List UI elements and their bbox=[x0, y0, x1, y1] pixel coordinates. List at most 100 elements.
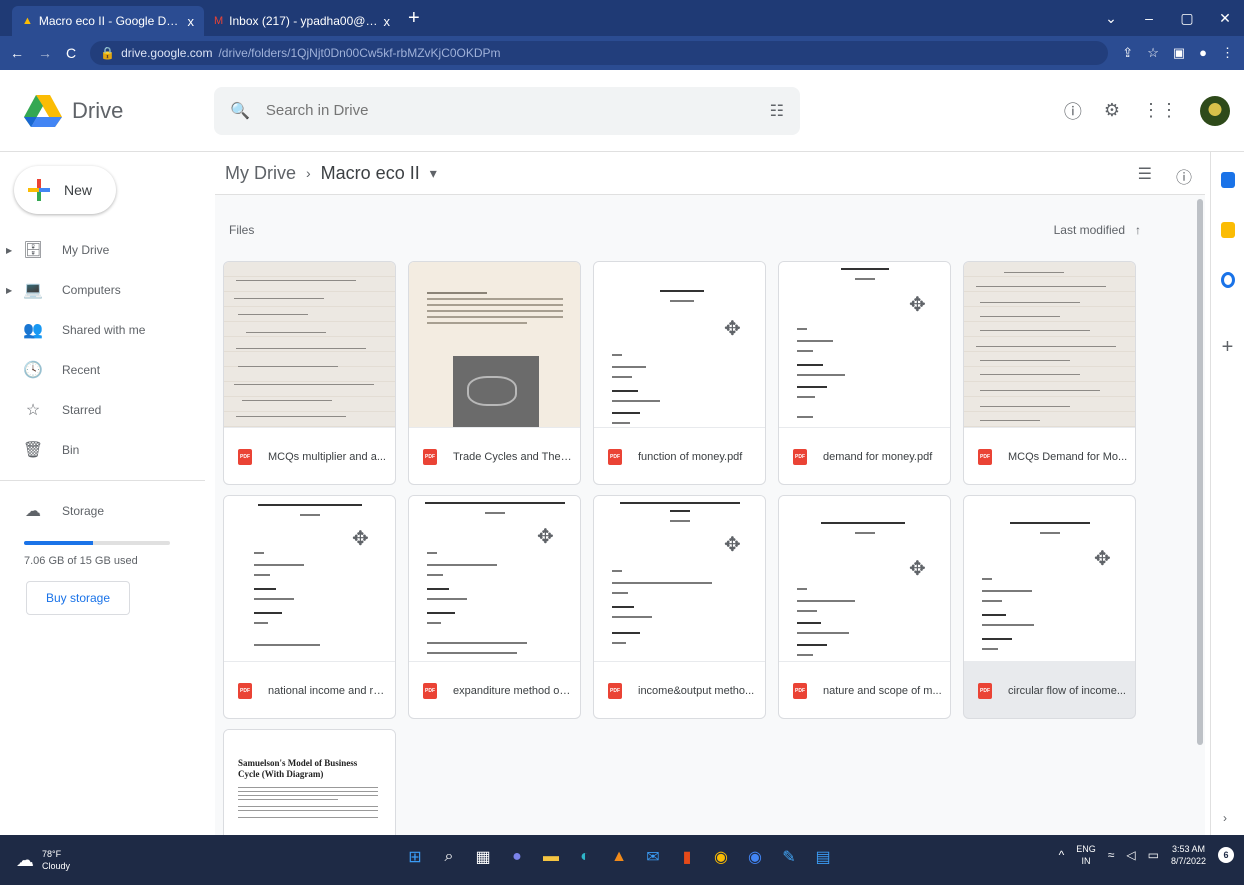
wifi-icon[interactable]: ≈ bbox=[1108, 849, 1115, 861]
folder-menu-caret-icon[interactable]: ▾ bbox=[430, 165, 437, 182]
file-caption: PDF MCQs Demand for Mo... bbox=[964, 428, 1135, 484]
article-title: Samuelson's Model of Business Cycle (Wit… bbox=[238, 758, 358, 779]
search-input[interactable] bbox=[265, 102, 754, 119]
calendar-icon[interactable] bbox=[1220, 172, 1235, 188]
file-card[interactable]: PDF Trade Cycles and Theo... bbox=[408, 261, 581, 485]
browser-tab-gmail[interactable]: M Inbox (217) - ypadha00@gmail. x bbox=[204, 6, 400, 36]
sidebar-item-my-drive[interactable]: ▶ 🗄 My Drive bbox=[0, 230, 205, 270]
breadcrumb: My Drive › Macro eco II ▾ bbox=[205, 152, 1210, 194]
minimize-icon[interactable]: – bbox=[1130, 10, 1168, 26]
drive-header: Drive 🔍 ☷ ⓘ ⚙ ⋮⋮ bbox=[0, 70, 1244, 152]
file-card[interactable]: ✥ PDF function of money.pdf bbox=[593, 261, 766, 485]
sidebar-item-recent[interactable]: 🕓 Recent bbox=[0, 350, 205, 390]
file-name: income&output metho... bbox=[638, 684, 755, 697]
profile-icon[interactable]: ● bbox=[1199, 45, 1207, 61]
add-addon-icon[interactable]: + bbox=[1211, 336, 1244, 359]
pdf-icon: PDF bbox=[238, 682, 252, 699]
expand-caret-icon[interactable]: ▶ bbox=[6, 286, 20, 295]
file-card[interactable]: ✥ PDF demand for money.pdf bbox=[778, 261, 951, 485]
clock-date: 8/7/2022 bbox=[1170, 856, 1206, 866]
breadcrumb-separator-icon: › bbox=[306, 165, 311, 181]
sort-arrow-icon[interactable]: ↑ bbox=[1135, 223, 1141, 237]
tab-close-icon[interactable]: x bbox=[384, 14, 391, 29]
edge-icon[interactable]: ◐ bbox=[574, 845, 596, 869]
file-thumbnail: ✥ bbox=[594, 496, 765, 662]
sidebar-item-bin[interactable]: 🗑 Bin bbox=[0, 430, 205, 470]
extension-icon[interactable]: ▣ bbox=[1173, 45, 1185, 61]
chrome-profile-icon[interactable]: ◉ bbox=[744, 845, 766, 869]
battery-icon[interactable]: ▭ bbox=[1148, 849, 1159, 861]
clock[interactable]: 3:53 AM 8/7/2022 bbox=[1171, 843, 1206, 867]
search-icon[interactable]: 🔍 bbox=[230, 101, 250, 121]
file-card[interactable]: PDF MCQs multiplier and a... bbox=[223, 261, 396, 485]
breadcrumb-my-drive[interactable]: My Drive bbox=[225, 163, 296, 184]
bookmark-star-icon[interactable]: ☆ bbox=[1147, 45, 1159, 61]
buy-storage-button[interactable]: Buy storage bbox=[26, 581, 130, 615]
breadcrumb-current-folder[interactable]: Macro eco II bbox=[321, 163, 420, 184]
apps-grid-icon[interactable]: ⋮⋮ bbox=[1142, 100, 1178, 121]
close-window-icon[interactable]: ✕ bbox=[1206, 10, 1244, 27]
details-info-icon[interactable]: ⓘ bbox=[1176, 164, 1192, 188]
sidebar-item-computers[interactable]: ▶ 💻 Computers bbox=[0, 270, 205, 310]
sidebar-item-storage[interactable]: ☁ Storage bbox=[0, 491, 205, 531]
view-controls: ☰ ⓘ bbox=[1138, 164, 1192, 188]
help-icon[interactable]: ⓘ bbox=[1064, 98, 1082, 124]
maximize-icon[interactable]: ▢ bbox=[1168, 10, 1206, 27]
share-icon[interactable]: ⇪ bbox=[1122, 45, 1133, 61]
file-card[interactable]: PDF MCQs Demand for Mo... bbox=[963, 261, 1136, 485]
tasks-icon[interactable] bbox=[1220, 272, 1235, 288]
back-icon[interactable]: ← bbox=[10, 45, 24, 61]
file-card[interactable]: ✥ PDF national income and re... bbox=[223, 495, 396, 719]
list-view-icon[interactable]: ☰ bbox=[1138, 164, 1152, 188]
file-card[interactable]: ✥ PDF expanditure method of ... bbox=[408, 495, 581, 719]
sort-control[interactable]: Last modified ↑ bbox=[1054, 223, 1141, 237]
settings-icon[interactable]: ⚙ bbox=[1104, 100, 1120, 121]
paint-icon[interactable]: ✎ bbox=[778, 845, 800, 869]
chrome-icon[interactable]: ◉ bbox=[710, 845, 732, 869]
tab-close-icon[interactable]: x bbox=[188, 14, 195, 29]
new-tab-button[interactable]: + bbox=[408, 7, 420, 30]
file-card[interactable]: Samuelson's Model of Business Cycle (Wit… bbox=[223, 729, 396, 849]
new-button[interactable]: New bbox=[14, 166, 116, 214]
file-thumbnail: ✥ bbox=[964, 496, 1135, 662]
account-avatar[interactable] bbox=[1200, 95, 1230, 126]
input-language[interactable]: ENG IN bbox=[1076, 843, 1096, 867]
weather-widget[interactable]: ☁ 78°F Cloudy bbox=[16, 848, 70, 872]
shared-icon: 👥 bbox=[23, 322, 43, 339]
sidebar-item-shared-with-me[interactable]: 👥 Shared with me bbox=[0, 310, 205, 350]
address-bar[interactable]: 🔒 drive.google.com/drive/folders/1QjNjt0… bbox=[90, 41, 1109, 65]
reload-icon[interactable]: C bbox=[66, 45, 76, 61]
system-tray: ^ ENG IN ≈ ◁ ▭ 3:53 AM 8/7/2022 6 bbox=[1059, 843, 1234, 867]
expand-panel-icon[interactable]: › bbox=[1223, 811, 1227, 825]
windows-start-icon[interactable]: ⊞ bbox=[404, 845, 426, 869]
office-icon[interactable]: ▮ bbox=[676, 845, 698, 869]
volume-icon[interactable]: ◁ bbox=[1126, 849, 1135, 861]
file-card[interactable]: ✥ PDF nature and scope of m... bbox=[778, 495, 951, 719]
search-box[interactable]: 🔍 ☷ bbox=[214, 86, 800, 135]
notification-badge[interactable]: 6 bbox=[1218, 847, 1234, 863]
file-card-selected[interactable]: ✥ PDF circular flow of income... bbox=[963, 495, 1136, 719]
pdf-icon: PDF bbox=[978, 682, 992, 699]
forward-icon[interactable]: → bbox=[38, 45, 52, 61]
search-options-icon[interactable]: ☷ bbox=[770, 101, 784, 121]
tray-overflow-icon[interactable]: ^ bbox=[1059, 849, 1065, 861]
vlc-icon[interactable]: ▲ bbox=[608, 845, 630, 869]
file-card[interactable]: ✥ PDF income&output metho... bbox=[593, 495, 766, 719]
keep-icon[interactable] bbox=[1220, 222, 1235, 238]
search-taskbar-icon[interactable]: ⌕ bbox=[438, 845, 460, 869]
gmail-favicon: M bbox=[214, 15, 224, 27]
sidebar-item-starred[interactable]: ☆ Starred bbox=[0, 390, 205, 430]
drive-logo[interactable]: Drive bbox=[24, 94, 214, 127]
mail-icon[interactable]: ✉ bbox=[642, 845, 664, 869]
chat-icon[interactable]: ● bbox=[506, 845, 528, 869]
store-icon[interactable]: ▤ bbox=[812, 845, 834, 869]
tab-title: Macro eco II - Google Drive bbox=[38, 14, 182, 28]
browser-tab-drive[interactable]: ▲ Macro eco II - Google Drive x bbox=[12, 6, 204, 36]
task-view-icon[interactable]: ▦ bbox=[472, 845, 494, 869]
expand-caret-icon[interactable]: ▶ bbox=[6, 246, 20, 255]
browser-menu-icon[interactable]: ⋮ bbox=[1221, 45, 1234, 61]
scrollbar-thumb[interactable] bbox=[1197, 199, 1203, 745]
file-explorer-icon[interactable]: ▬ bbox=[540, 845, 562, 869]
tab-search-icon[interactable]: ⌄ bbox=[1092, 10, 1130, 27]
grid-scrollbar[interactable] bbox=[1195, 195, 1205, 836]
